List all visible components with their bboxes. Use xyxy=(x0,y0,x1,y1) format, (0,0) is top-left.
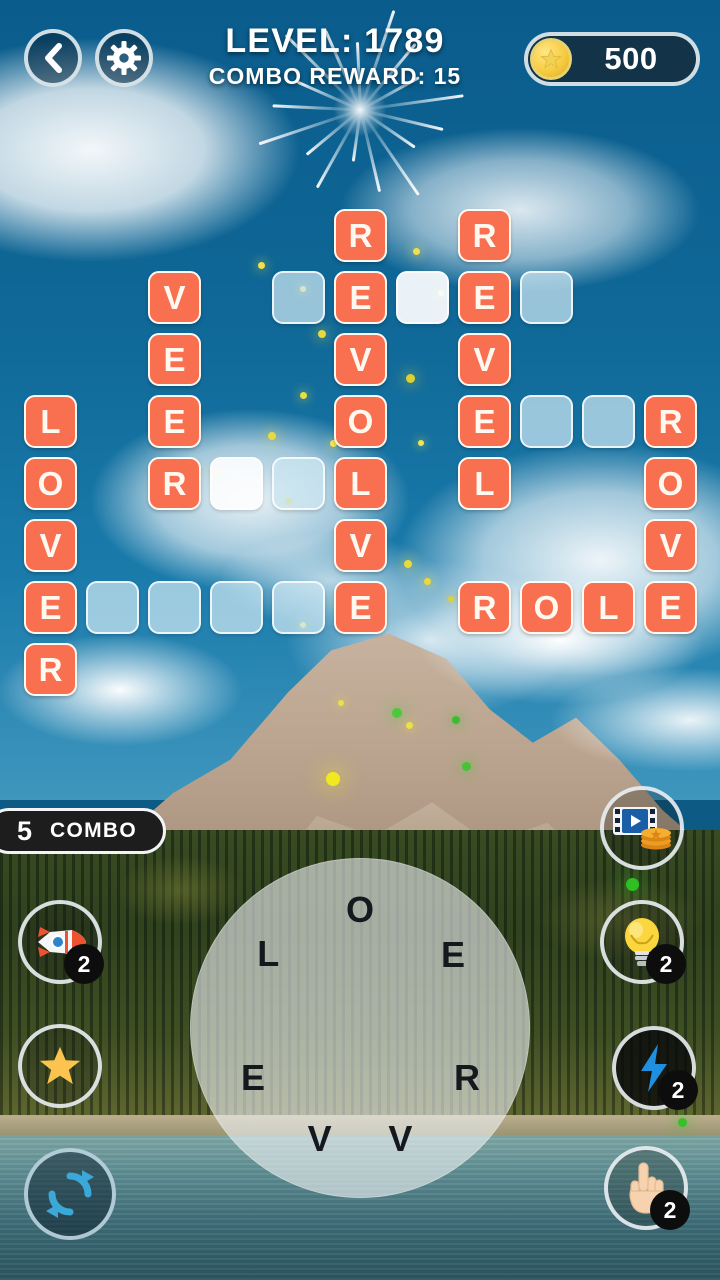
grid-tile-filled: E xyxy=(334,271,387,324)
grid-tile-filled: R xyxy=(148,457,201,510)
grid-tile-empty xyxy=(396,271,449,324)
hand-count-badge: 2 xyxy=(650,1190,690,1230)
rocket-booster-button[interactable]: 2 xyxy=(18,900,104,984)
grid-tile-filled: V xyxy=(334,519,387,572)
grid-tile-empty xyxy=(520,395,573,448)
grid-tile-filled: E xyxy=(458,271,511,324)
grid-tile-filled: E xyxy=(458,395,511,448)
grid-tile-filled: V xyxy=(458,333,511,386)
wheel-letter[interactable]: R xyxy=(445,1056,489,1100)
grid-tile-empty xyxy=(272,271,325,324)
grid-tile-empty xyxy=(272,457,325,510)
grid-tile-filled: E xyxy=(334,581,387,634)
grid-tile-empty xyxy=(272,581,325,634)
grid-tile-empty xyxy=(210,581,263,634)
sparkle-particle xyxy=(626,878,639,891)
combo-label: COMBO xyxy=(50,819,138,842)
wheel-letter[interactable]: O xyxy=(338,888,382,932)
sparkle-particle xyxy=(406,722,413,729)
wheel-letter[interactable]: V xyxy=(298,1117,342,1161)
wheel-letter[interactable]: V xyxy=(378,1117,422,1161)
shuffle-button[interactable] xyxy=(24,1148,116,1240)
grid-tile-filled: V xyxy=(334,333,387,386)
grid-tile-filled: R xyxy=(644,395,697,448)
grid-tile-filled: L xyxy=(458,457,511,510)
grid-tile-filled: L xyxy=(24,395,77,448)
wheel-letter[interactable]: E xyxy=(231,1056,275,1100)
star-bonus-button[interactable] xyxy=(18,1024,102,1108)
tap-hint-button[interactable]: 2 xyxy=(604,1146,690,1230)
bolt-count-badge: 2 xyxy=(658,1070,698,1110)
grid-tile-filled: O xyxy=(644,457,697,510)
grid-tile-empty xyxy=(520,271,573,324)
grid-tile-filled: L xyxy=(334,457,387,510)
wheel-letter[interactable]: L xyxy=(246,932,290,976)
grid-tile-filled: V xyxy=(148,271,201,324)
grid-tile-filled: V xyxy=(24,519,77,572)
shuffle-icon xyxy=(46,1170,94,1218)
hint-button[interactable]: 2 xyxy=(600,900,686,984)
sparkle-particle xyxy=(678,1118,687,1127)
video-coins-icon xyxy=(613,807,671,850)
grid-tile-empty xyxy=(148,581,201,634)
grid-tile-filled: E xyxy=(644,581,697,634)
grid-tile-filled: R xyxy=(458,209,511,262)
combo-indicator: 5 COMBO xyxy=(0,808,166,854)
hint-count-badge: 2 xyxy=(646,944,686,984)
power-boost-button[interactable]: 2 xyxy=(612,1026,698,1110)
grid-tile-filled: E xyxy=(148,333,201,386)
grid-tile-filled: E xyxy=(24,581,77,634)
wheel-letter[interactable]: E xyxy=(431,933,475,977)
grid-tile-empty xyxy=(86,581,139,634)
sparkle-particle xyxy=(462,762,471,771)
grid-tile-filled: R xyxy=(458,581,511,634)
star-icon xyxy=(39,1046,81,1085)
rocket-count-badge: 2 xyxy=(64,944,104,984)
grid-tile-filled: O xyxy=(24,457,77,510)
grid-tile-filled: O xyxy=(520,581,573,634)
watch-ad-coins-button[interactable] xyxy=(600,786,684,870)
crossword-grid: RREEVEVVLEOERORLLOVVVEEROLER xyxy=(0,0,720,720)
grid-tile-empty xyxy=(210,457,263,510)
grid-tile-filled: E xyxy=(148,395,201,448)
grid-tile-filled: O xyxy=(334,395,387,448)
grid-tile-filled: R xyxy=(334,209,387,262)
grid-tile-filled: V xyxy=(644,519,697,572)
grid-tile-empty xyxy=(582,395,635,448)
combo-count: 5 xyxy=(17,815,33,846)
grid-tile-filled: L xyxy=(582,581,635,634)
game-screen: LEVEL: 1789 COMBO REWARD: 15 500 RREEVEV… xyxy=(0,0,720,1280)
sparkle-particle xyxy=(326,772,340,786)
letter-wheel[interactable]: OERVVEL xyxy=(190,858,530,1198)
grid-tile-filled: R xyxy=(24,643,77,696)
